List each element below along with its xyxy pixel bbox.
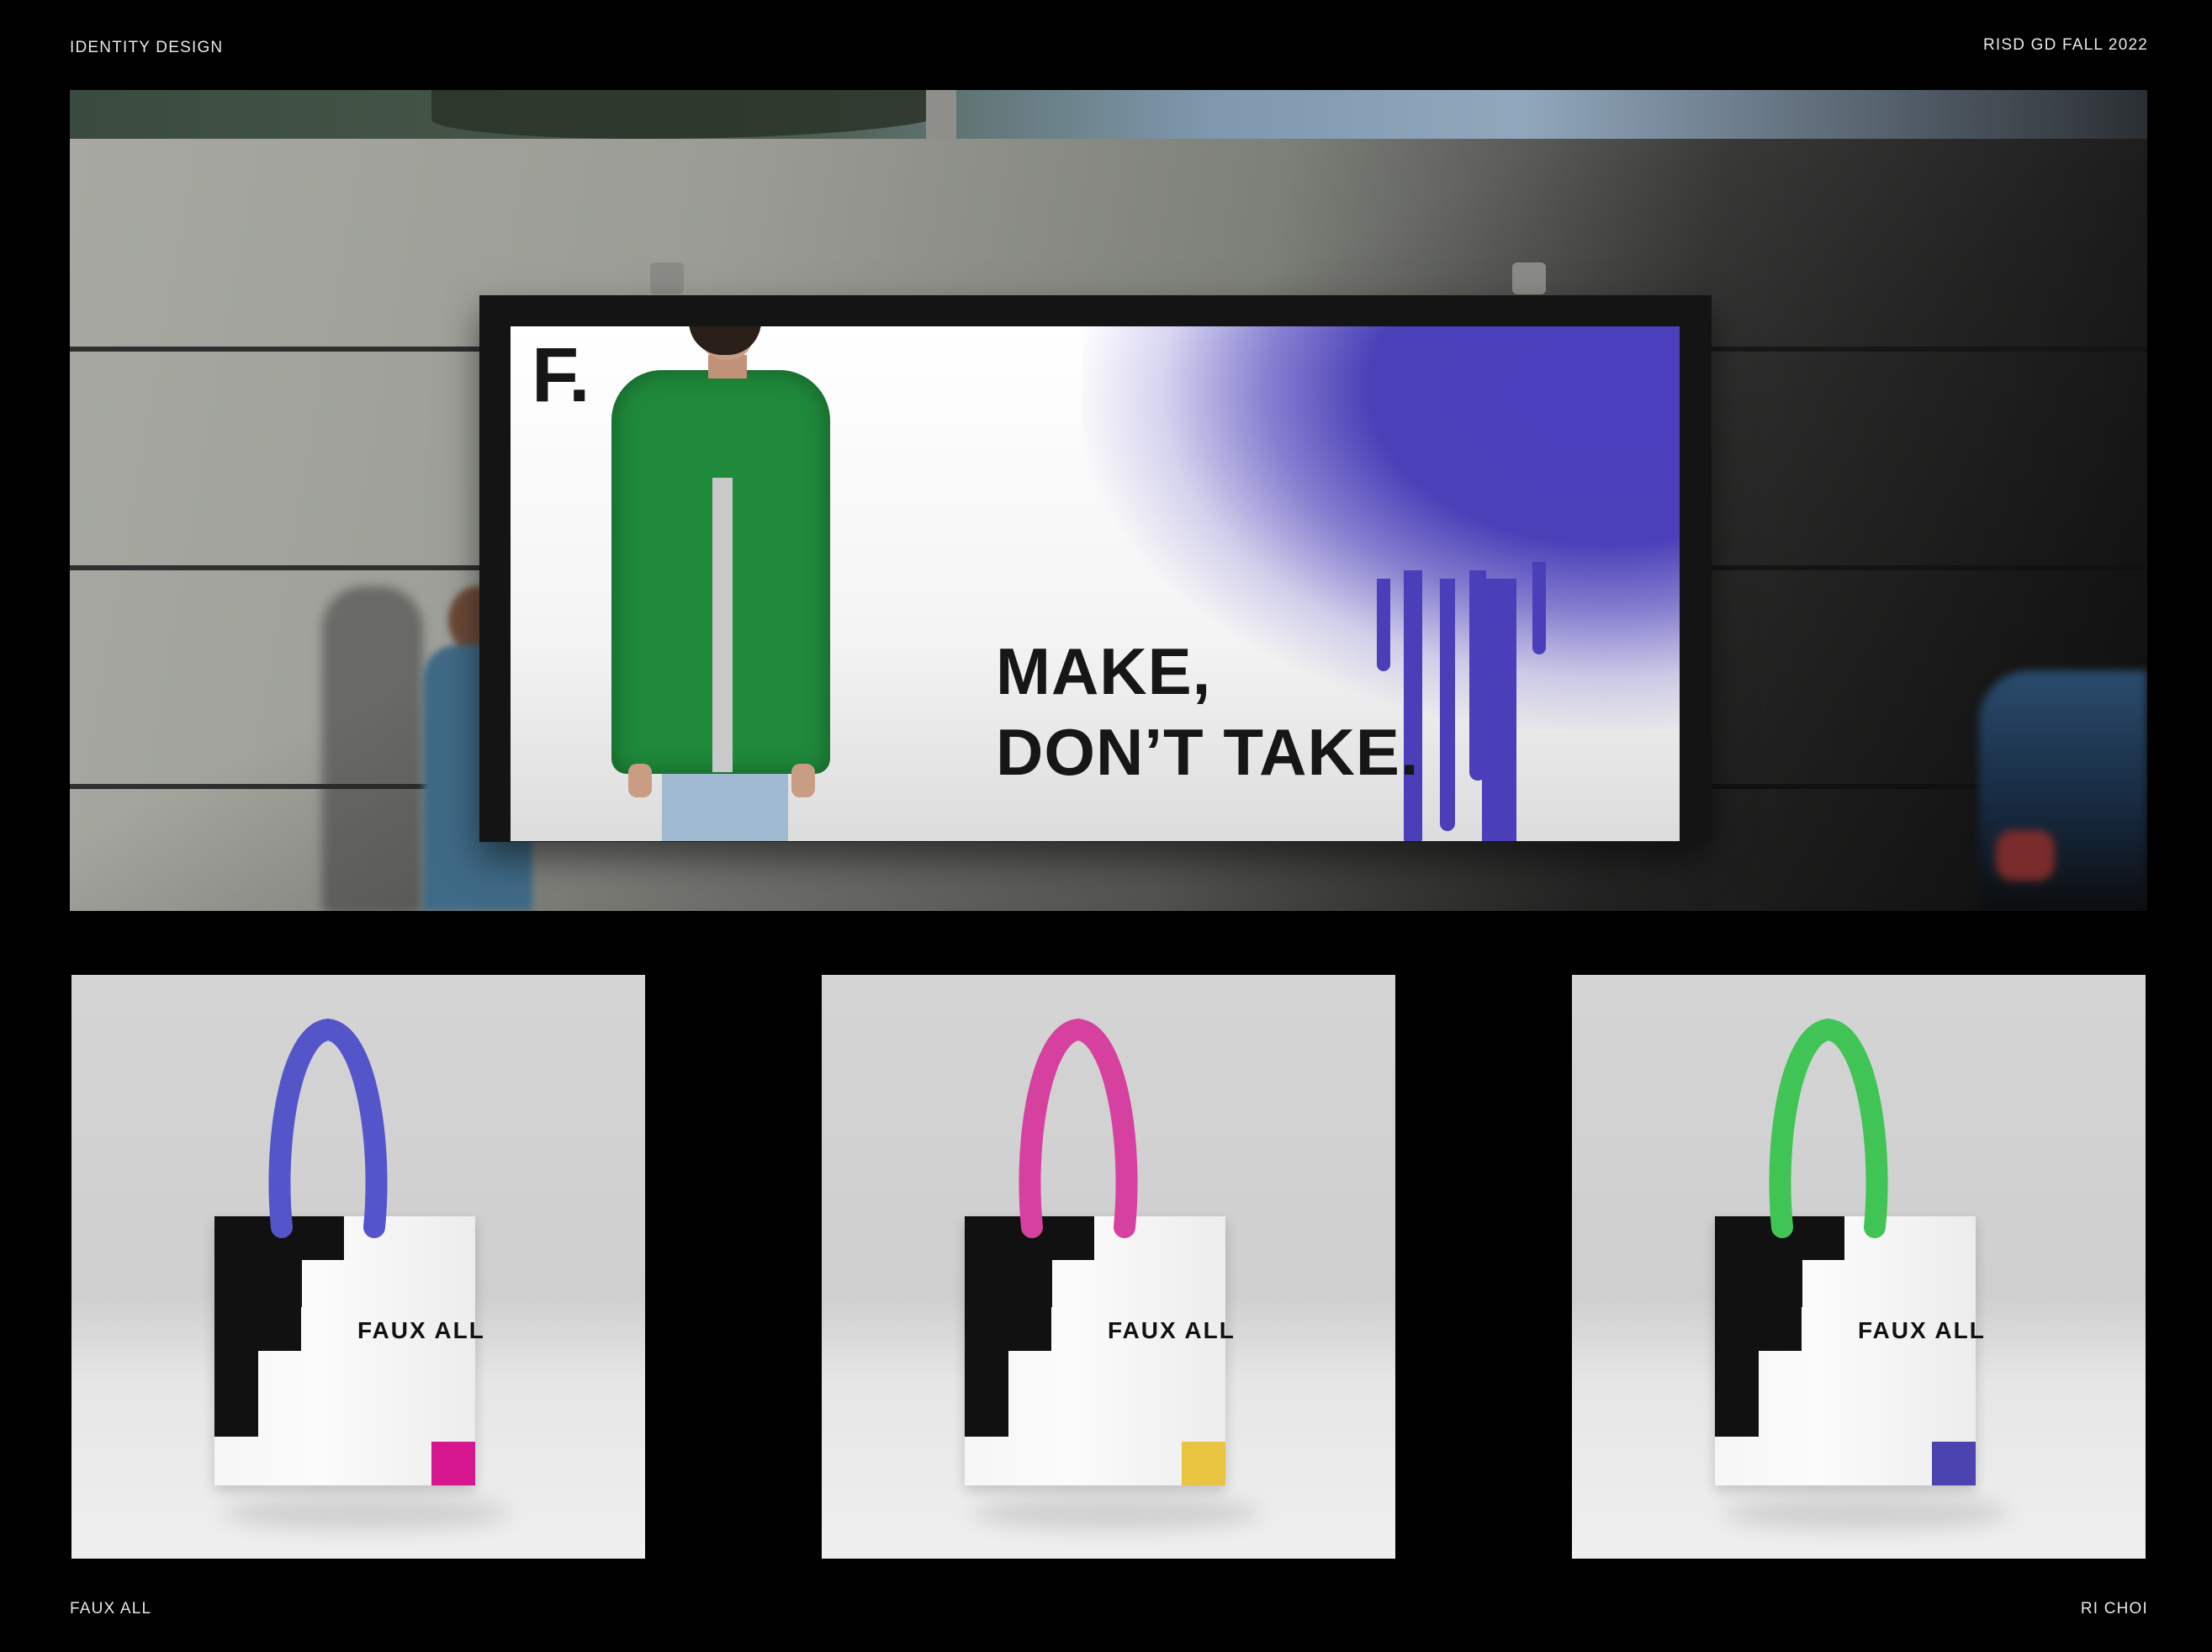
paint-drip: [1532, 562, 1546, 654]
fur-handle: [1769, 1018, 1888, 1238]
fur-handle: [268, 1018, 388, 1238]
bag-brand-label: FAUX ALL: [1108, 1317, 1236, 1343]
billboard-mockup-photo: F. MAKE, DON’T TAKE.: [70, 90, 2147, 911]
shopping-bag: FAUX ALL: [1715, 1216, 1984, 1485]
shopping-bag-panel-green-handle: FAUX ALL: [1572, 975, 2146, 1559]
model-in-green-faux-fur-coat: [611, 326, 830, 841]
corner-label-bottom-right: RI CHOI: [2080, 1600, 2148, 1618]
shopping-bag: FAUX ALL: [965, 1216, 1234, 1485]
shopping-bag-panel-blue-handle: FAUX ALL: [71, 975, 645, 1559]
billboard-lamp: [1512, 262, 1546, 294]
corner-label-bottom-left: FAUX ALL: [70, 1600, 152, 1618]
shopping-bag-panel-pink-handle: FAUX ALL: [822, 975, 1395, 1559]
paint-drip: [1440, 579, 1455, 831]
accent-square: [1182, 1442, 1225, 1485]
hand: [791, 764, 815, 797]
sky: [70, 90, 2147, 140]
hand: [628, 764, 652, 797]
accent-square: [1932, 1442, 1976, 1485]
fur-handle: [1019, 1018, 1138, 1238]
f-logo-mark: [214, 1216, 344, 1437]
f-logo-mark: [965, 1216, 1094, 1437]
hair: [689, 326, 761, 355]
accent-square: [431, 1442, 475, 1485]
corner-label-top-left: IDENTITY DESIGN: [70, 39, 224, 56]
bag-shadow: [973, 1496, 1259, 1530]
poster-logo: F.: [532, 332, 590, 418]
corner-label-top-right: RISD GD FALL 2022: [1982, 36, 2148, 54]
poster-headline: MAKE, DON’T TAKE.: [996, 634, 1420, 789]
billboard-frame: F. MAKE, DON’T TAKE.: [479, 295, 1712, 842]
bag-shadow: [223, 1496, 509, 1530]
bag-shadow: [1723, 1496, 2009, 1530]
passing-car: [1979, 670, 2147, 911]
billboard-lamp: [650, 262, 684, 294]
bag-brand-label: FAUX ALL: [357, 1317, 485, 1343]
car-taillight: [1996, 830, 2055, 881]
f-logo-mark: [1715, 1216, 1844, 1437]
bag-brand-label: FAUX ALL: [1858, 1317, 1986, 1343]
paint-drip: [1482, 579, 1506, 841]
pole: [926, 90, 956, 140]
billboard-poster: F. MAKE, DON’T TAKE.: [511, 326, 1680, 841]
jeans: [662, 772, 788, 841]
coat-opening: [712, 478, 733, 772]
shopping-bag: FAUX ALL: [214, 1216, 484, 1485]
